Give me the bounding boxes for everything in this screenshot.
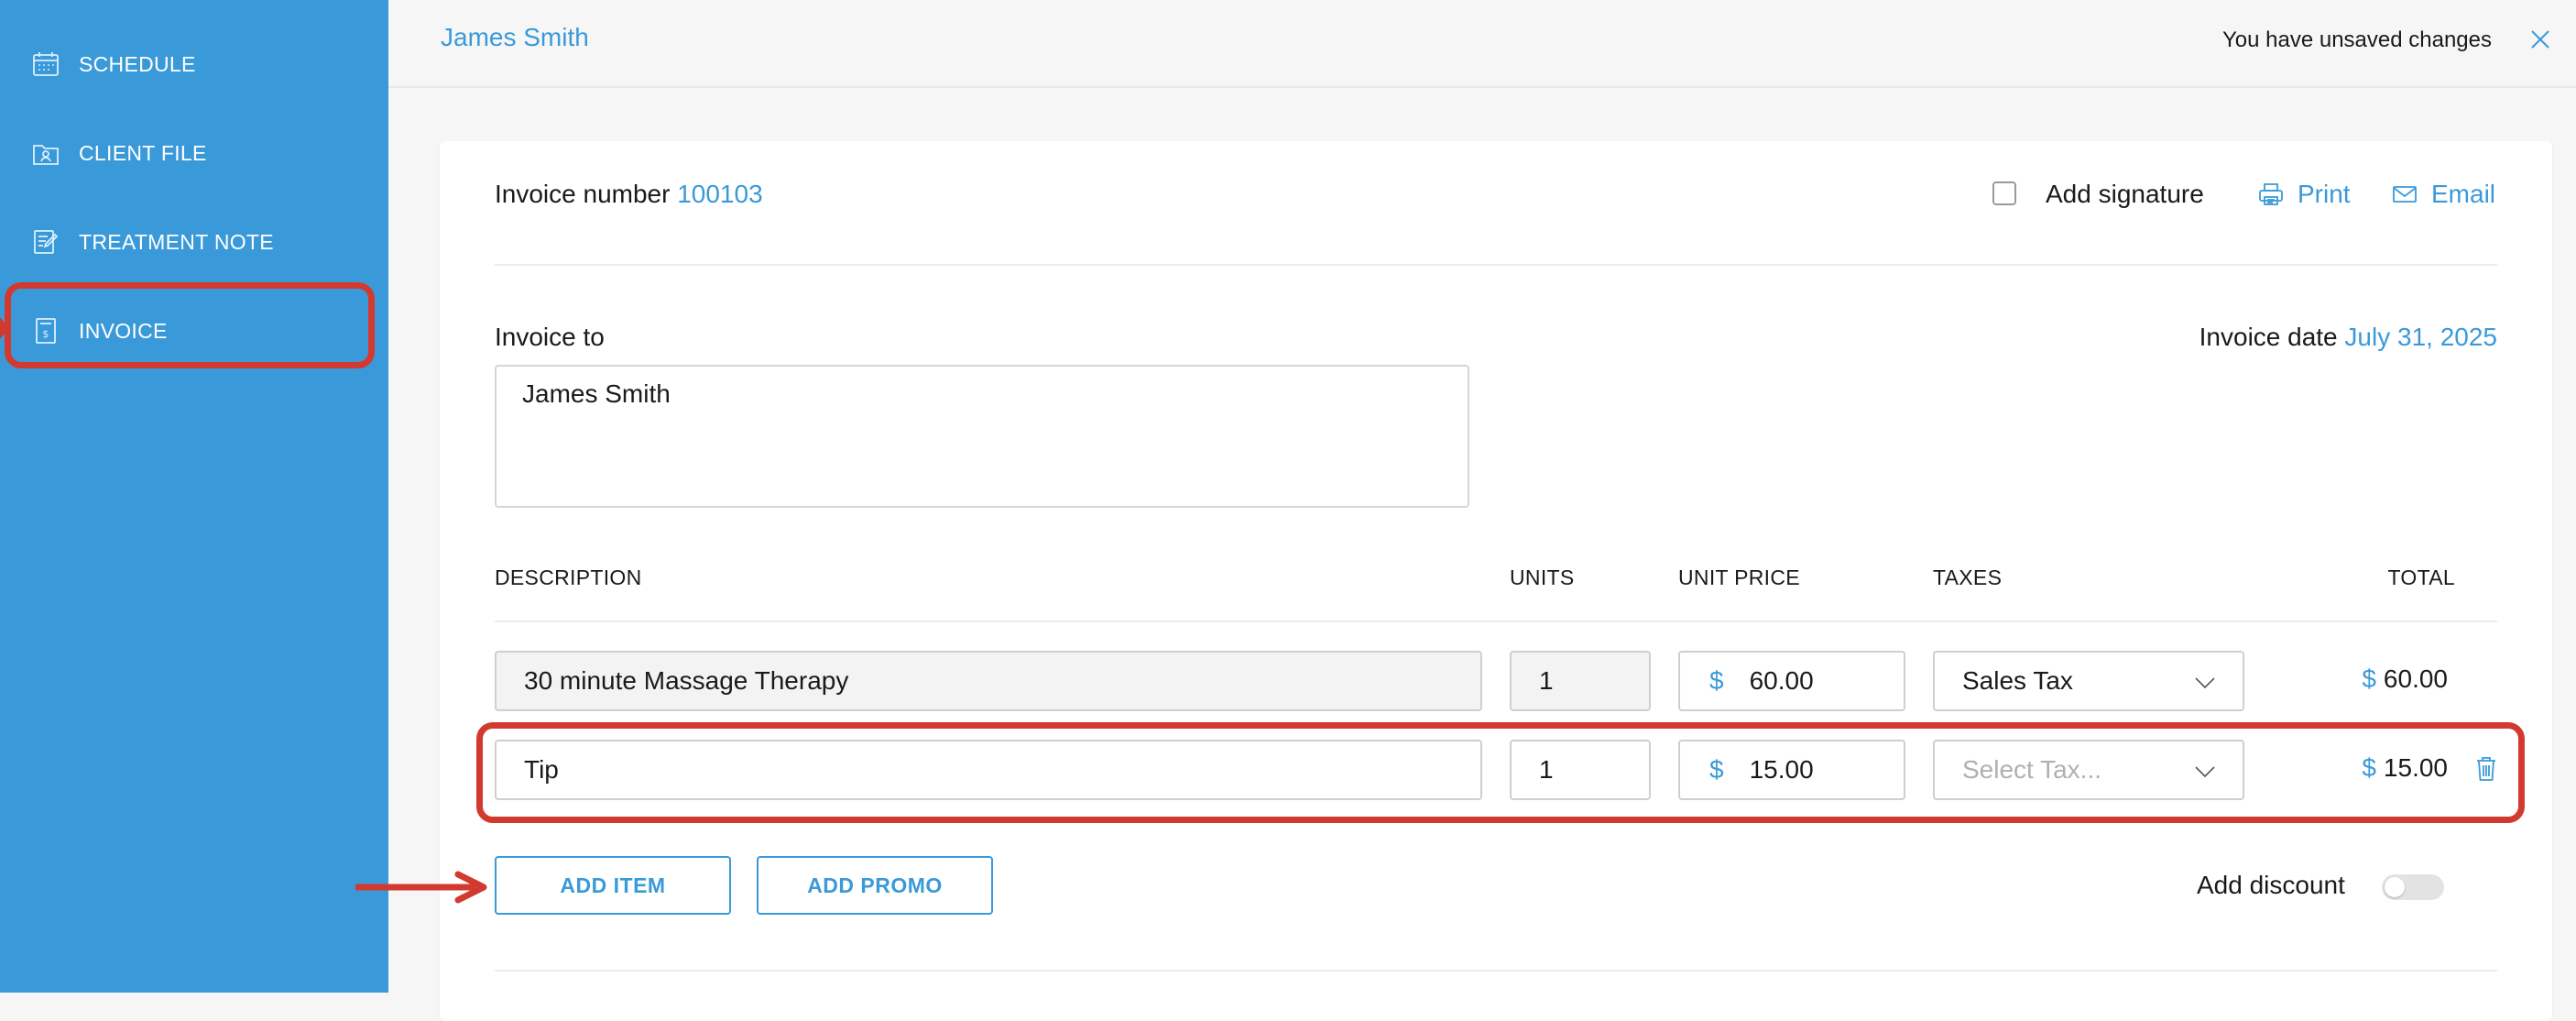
calendar-icon <box>31 49 60 79</box>
line-item-description-input[interactable]: 30 minute Massage Therapy <box>495 651 1482 711</box>
sidebar: SCHEDULE CLIENT FILE TREATMENT NOTE $ IN… <box>0 0 388 993</box>
add-item-button[interactable]: ADD ITEM <box>495 856 731 915</box>
column-header-units: UNITS <box>1510 565 1575 589</box>
close-icon[interactable] <box>2527 26 2554 53</box>
client-file-icon <box>31 138 60 168</box>
print-label: Print <box>2298 180 2351 208</box>
sidebar-item-label: TREATMENT NOTE <box>79 229 274 254</box>
chevron-down-icon <box>2193 671 2217 695</box>
line-item-tax-select[interactable]: Sales Tax <box>1933 651 2244 711</box>
unsaved-changes-status: You have unsaved changes <box>2221 27 2492 52</box>
sidebar-item-label: SCHEDULE <box>79 51 196 76</box>
tip-row-highlight-box <box>476 722 2525 823</box>
sidebar-item-schedule[interactable]: SCHEDULE <box>31 37 196 92</box>
currency-symbol: $ <box>2362 664 2376 693</box>
active-indicator <box>0 317 9 339</box>
envelope-icon <box>2393 186 2417 203</box>
invoice-date-value[interactable]: July 31, 2025 <box>2344 323 2497 351</box>
column-header-unit-price: UNIT PRICE <box>1678 565 1800 589</box>
add-discount-toggle[interactable] <box>2382 874 2444 900</box>
invoice-to-label: Invoice to <box>495 323 605 351</box>
client-name-link[interactable]: James Smith <box>441 23 589 52</box>
printer-icon <box>2259 183 2283 205</box>
invoice-number: Invoice number 100103 <box>495 180 763 209</box>
invoice-to-textarea[interactable]: James Smith <box>495 365 1469 508</box>
toggle-knob <box>2385 877 2405 897</box>
sidebar-item-treatment-note[interactable]: TREATMENT NOTE <box>31 214 274 269</box>
invoice-number-value[interactable]: 100103 <box>677 180 762 208</box>
email-label: Email <box>2431 180 2496 208</box>
invoice-number-label: Invoice number <box>495 180 671 208</box>
invoice-date: Invoice date July 31, 2025 <box>2199 323 2497 352</box>
column-header-total: TOTAL <box>2387 565 2455 589</box>
line-item-total: $60.00 <box>2362 664 2448 694</box>
add-signature-label[interactable]: Add signature <box>2046 180 2204 209</box>
add-signature-checkbox[interactable] <box>1992 181 2016 205</box>
divider <box>495 620 2497 622</box>
treatment-note-icon <box>31 227 60 257</box>
sidebar-item-client-file[interactable]: CLIENT FILE <box>31 126 207 181</box>
add-discount-label: Add discount <box>2197 871 2345 899</box>
tax-select-value: Sales Tax <box>1962 666 2073 695</box>
add-promo-button[interactable]: ADD PROMO <box>757 856 993 915</box>
email-button[interactable]: Email <box>2391 180 2495 209</box>
line-item-total-value: 60.00 <box>2383 664 2448 693</box>
divider <box>495 264 2497 266</box>
invoice-highlight-box <box>5 282 375 368</box>
line-item-unit-price-input[interactable]: $ 60.00 <box>1678 651 1905 711</box>
red-arrow-icon <box>355 871 487 904</box>
column-header-taxes: TAXES <box>1933 565 2003 589</box>
invoice-card: Invoice number 100103 Add signature Prin… <box>440 141 2552 1021</box>
currency-symbol: $ <box>1709 666 1724 695</box>
invoice-date-label: Invoice date <box>2199 323 2338 351</box>
column-header-description: DESCRIPTION <box>495 565 642 589</box>
unit-price-value: 60.00 <box>1749 666 1814 695</box>
sidebar-item-label: CLIENT FILE <box>79 140 207 165</box>
print-button[interactable]: Print <box>2257 180 2351 209</box>
divider <box>495 970 2497 972</box>
line-item-units-input[interactable]: 1 <box>1510 651 1651 711</box>
top-header: James Smith You have unsaved changes <box>388 0 2576 88</box>
